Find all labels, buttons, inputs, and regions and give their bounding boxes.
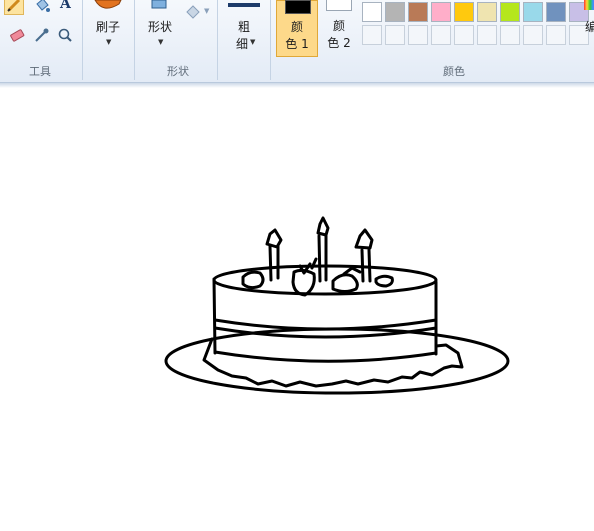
brush-icon [94, 0, 122, 9]
palette-swatch[interactable] [523, 2, 543, 22]
strawberry-1 [241, 270, 265, 290]
color2-swatch [326, 0, 352, 11]
cake-bottom [213, 350, 438, 363]
shapes-group-label: 形状 [167, 65, 189, 78]
cake-layer-1 [213, 318, 438, 331]
brushes-label: 刷子 [95, 20, 120, 34]
palette-swatch-empty[interactable] [431, 25, 451, 45]
palette-swatch-empty[interactable] [477, 25, 497, 45]
size-line-icon [228, 3, 260, 7]
edit-colors-button[interactable]: 编 [584, 0, 594, 56]
eraser-icon [10, 29, 25, 42]
edit-colors-icon [584, 0, 594, 10]
palette-swatch[interactable] [477, 2, 497, 22]
shapes-icon [151, 0, 167, 9]
palette-swatch-empty[interactable] [523, 25, 543, 45]
palette-swatch[interactable] [431, 2, 451, 22]
decoration-blob [374, 274, 394, 288]
candle-left [268, 244, 280, 282]
color2-button[interactable]: 颜 色 2 [320, 0, 360, 57]
pencil-icon [7, 0, 21, 12]
colors-group-label: 颜色 [443, 65, 465, 78]
palette-swatch[interactable] [408, 2, 428, 22]
paint-bucket-icon [36, 0, 50, 12]
palette-swatch[interactable] [385, 2, 405, 22]
size-label-1: 粗 [237, 20, 250, 34]
eyedropper-icon [35, 28, 49, 42]
text-tool[interactable]: A [56, 0, 76, 15]
chevron-down-icon: ▼ [158, 38, 164, 46]
ribbon: A 工具 刷子 ▼ 形状 ▼ ▼ 形状 粗 细 ▼ 颜 色 1 颜 色 2 颜色… [0, 0, 594, 83]
palette-swatch-empty[interactable] [454, 25, 474, 45]
pencil-tool[interactable] [4, 0, 24, 15]
fill-bucket-icon [186, 5, 200, 19]
color1-swatch [285, 0, 311, 14]
separator [82, 0, 83, 80]
magnifier-tool[interactable] [55, 25, 75, 45]
separator [217, 0, 218, 80]
separator [270, 0, 271, 80]
flame-middle [316, 216, 330, 237]
tools-group-label: 工具 [29, 65, 51, 78]
chevron-down-icon: ▼ [250, 38, 256, 46]
color2-label-1: 颜 [332, 19, 345, 33]
edit-colors-label: 编 [584, 20, 594, 34]
palette-swatch-empty[interactable] [408, 25, 428, 45]
palette-swatch-empty[interactable] [546, 25, 566, 45]
chevron-down-icon: ▼ [106, 38, 112, 46]
flame-right [354, 228, 374, 250]
color-picker-tool[interactable] [31, 25, 51, 45]
magnifier-icon [58, 28, 72, 42]
strawberry-3 [331, 273, 359, 293]
drawing-canvas[interactable] [0, 88, 594, 531]
color2-label-2: 色 2 [327, 36, 351, 50]
palette-swatch[interactable] [500, 2, 520, 22]
palette-swatch-empty[interactable] [362, 25, 382, 45]
palette-swatch-empty[interactable] [500, 25, 520, 45]
fill-options-button[interactable]: ▼ [184, 2, 212, 22]
strawberry-3-leaf [342, 266, 362, 276]
chevron-down-icon: ▼ [204, 7, 210, 15]
fill-tool[interactable] [32, 0, 52, 15]
size-label-2: 细 [235, 37, 248, 51]
shapes-label: 形状 [147, 20, 172, 34]
palette-swatch-empty[interactable] [385, 25, 405, 45]
palette-swatch[interactable] [362, 2, 382, 22]
text-icon: A [59, 0, 72, 12]
shapes-button[interactable]: 形状 ▼ [140, 0, 180, 55]
cake-drawing [164, 216, 510, 395]
flame-left [265, 228, 283, 249]
separator [134, 0, 135, 80]
palette-swatch[interactable] [454, 2, 474, 22]
color1-label-1: 颜 [290, 20, 303, 34]
eraser-tool[interactable] [7, 25, 27, 45]
palette-swatch[interactable] [546, 2, 566, 22]
size-button[interactable]: 粗 细 ▼ [224, 0, 264, 55]
brushes-button[interactable]: 刷子 ▼ [88, 0, 128, 55]
candle-middle [317, 234, 328, 283]
color1-label-2: 色 1 [285, 37, 309, 51]
color1-button[interactable]: 颜 色 1 [276, 0, 318, 57]
svg-text:A: A [59, 0, 72, 12]
